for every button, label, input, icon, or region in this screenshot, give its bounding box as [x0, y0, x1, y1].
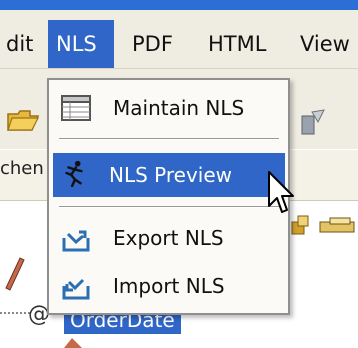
- open-folder-icon[interactable]: [6, 108, 40, 132]
- menu-item-label: Import NLS: [113, 274, 225, 298]
- tree-node-icon: [64, 338, 82, 348]
- window-title-strip: [0, 0, 358, 10]
- panel-tools-icon[interactable]: [290, 214, 358, 240]
- mouse-pointer-icon: [268, 171, 294, 213]
- menu-separator: [59, 138, 279, 140]
- menu-edit[interactable]: dit: [0, 20, 48, 68]
- panel-tab-label[interactable]: chen: [0, 158, 44, 179]
- menu-bar: dit NLS PDF HTML View: [0, 10, 358, 69]
- menu-html[interactable]: HTML: [200, 20, 292, 68]
- properties-icon[interactable]: [298, 108, 328, 136]
- export-tray-icon: [62, 230, 90, 252]
- table-icon: [61, 95, 91, 121]
- pencil-icon: [5, 257, 25, 291]
- menu-item-label: Export NLS: [113, 226, 224, 250]
- menu-view[interactable]: View: [292, 20, 358, 68]
- menu-item-nls-preview[interactable]: NLS Preview: [53, 153, 285, 197]
- menu-item-export-nls[interactable]: Export NLS: [55, 218, 283, 258]
- menu-item-label: NLS Preview: [109, 163, 233, 187]
- menu-pdf[interactable]: PDF: [124, 20, 194, 68]
- nls-dropdown-menu: Maintain NLS NLS Preview Export NLS Impo…: [47, 78, 290, 315]
- tree-connector: [0, 312, 30, 314]
- menu-item-maintain-nls[interactable]: Maintain NLS: [55, 88, 283, 128]
- running-man-icon: [65, 160, 83, 187]
- menu-separator: [59, 206, 279, 208]
- menu-item-label: Maintain NLS: [113, 96, 245, 120]
- menu-item-import-nls[interactable]: Import NLS: [55, 266, 283, 306]
- import-tray-icon: [62, 278, 90, 300]
- menu-nls[interactable]: NLS: [48, 20, 114, 68]
